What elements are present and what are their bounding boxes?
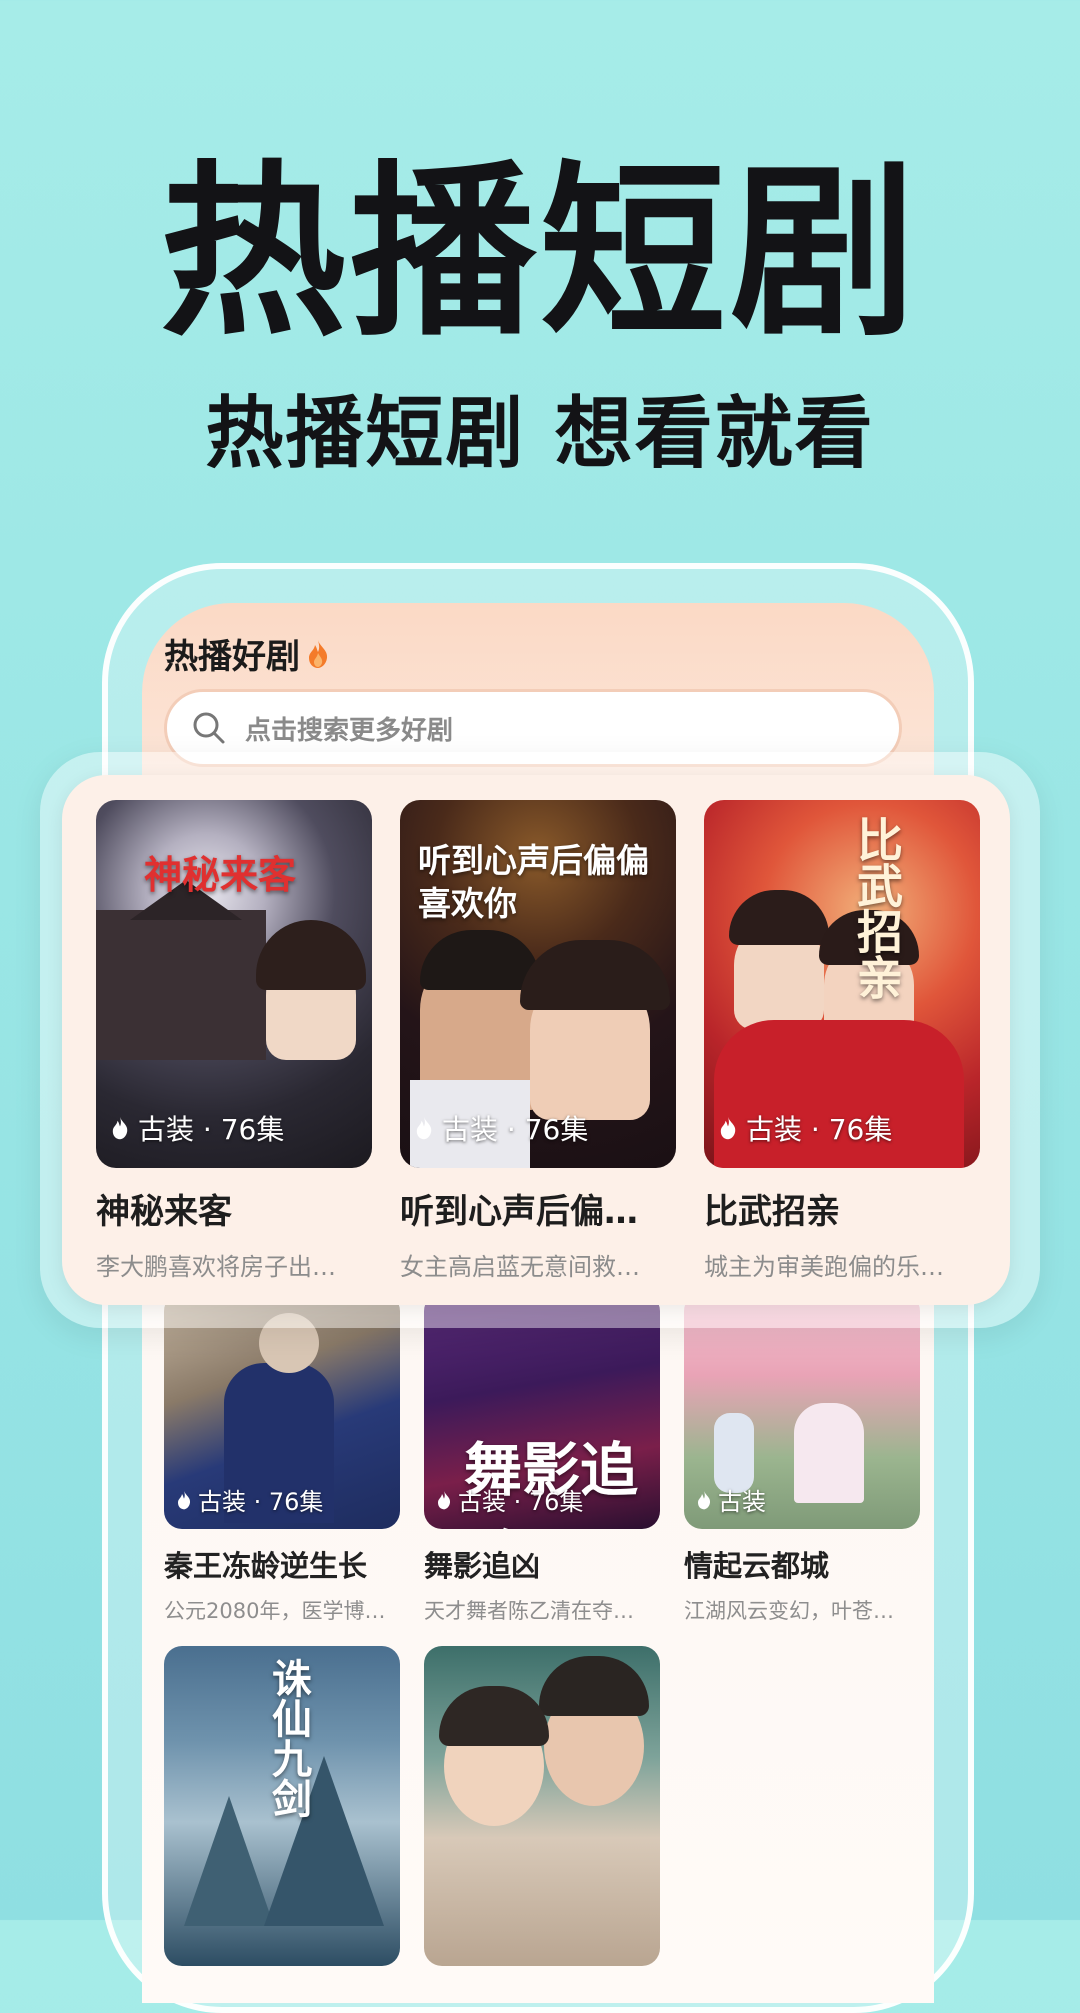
flame-icon <box>178 1490 191 1509</box>
section-title: 热播好剧 <box>164 637 300 677</box>
poster-tag: 古装 · 76集 <box>718 1108 892 1148</box>
poster-tag: 古装 · 76集 <box>414 1108 588 1148</box>
drama-card-3[interactable]: 古装 情起云都城 江湖风云变幻，叶苍… <box>684 1293 920 1625</box>
highlight-poster: 神秘来客 古装 · 76集 <box>96 800 372 1168</box>
poster-title: 神秘来客 <box>144 852 297 897</box>
drama-poster: 古装 <box>684 1293 920 1529</box>
poster-title: 听到心声后偏偏喜欢你 <box>418 841 649 923</box>
highlight-title: 神秘来客 <box>96 1192 232 1232</box>
drama-card-4[interactable]: 诛仙九剑 <box>164 1646 400 1966</box>
drama-poster: 诛仙九剑 <box>164 1646 400 1966</box>
drama-card-5[interactable] <box>424 1646 660 1966</box>
flame-icon <box>112 1116 128 1140</box>
card-desc: 天才舞者陈乙清在夺… <box>424 1599 634 1623</box>
highlight-desc: 女主高启蓝无意间救… <box>400 1253 640 1281</box>
flame-icon <box>698 1490 711 1509</box>
card-title: 秦王冻龄逆生长 <box>164 1549 368 1583</box>
highlight-desc: 城主为审美跑偏的乐… <box>704 1253 944 1281</box>
drama-card-1[interactable]: 古装 · 76集 秦王冻龄逆生长 公元2080年，医学博… <box>164 1293 400 1625</box>
poster-title: 比武招亲 <box>850 816 904 1000</box>
flame-icon <box>438 1490 451 1509</box>
highlight-card-3[interactable]: 比武招亲 古装 · 76集 比武招亲 城主为审美跑偏的乐… <box>704 800 980 1282</box>
highlight-desc: 李大鹏喜欢将房子出… <box>96 1253 336 1281</box>
search-icon <box>193 712 225 744</box>
highlight-poster: 听到心声后偏偏喜欢你 古装 · 76集 <box>400 800 676 1168</box>
highlight-panel: 神秘来客 古装 · 76集 神秘来客 李大鹏喜欢将房子出… 听到心声后偏偏喜欢你… <box>62 775 1010 1305</box>
poster-tag: 古装 · 76集 <box>436 1482 583 1517</box>
poster-tag: 古装 <box>696 1482 766 1517</box>
highlight-title: 比武招亲 <box>704 1192 840 1232</box>
search-placeholder: 点击搜索更多好剧 <box>245 715 454 746</box>
drama-card-2[interactable]: 舞影追凶 古装 · 76集 舞影追凶 天才舞者陈乙清在夺… <box>424 1293 660 1625</box>
poster-tag: 古装 · 76集 <box>110 1108 284 1148</box>
hero-title: 热播短剧 <box>159 144 920 361</box>
highlight-poster: 比武招亲 古装 · 76集 <box>704 800 980 1168</box>
drama-poster: 舞影追凶 古装 · 76集 <box>424 1293 660 1529</box>
highlight-card-2[interactable]: 听到心声后偏偏喜欢你 古装 · 76集 听到心声后偏… 女主高启蓝无意间救… <box>400 800 676 1282</box>
poster-tag: 古装 · 76集 <box>176 1482 323 1517</box>
drama-poster <box>424 1646 660 1966</box>
card-desc: 公元2080年，医学博… <box>164 1599 386 1623</box>
drama-poster: 古装 · 76集 <box>164 1293 400 1529</box>
flame-icon <box>720 1116 736 1140</box>
hero-subtitle: 热播短剧 想看就看 <box>205 389 875 479</box>
card-desc: 江湖风云变幻，叶苍… <box>684 1599 894 1623</box>
card-title: 舞影追凶 <box>424 1549 541 1583</box>
flame-icon <box>309 639 328 668</box>
poster-title: 诛仙九剑 <box>265 1658 312 1818</box>
card-title: 情起云都城 <box>684 1549 830 1583</box>
highlight-card-1[interactable]: 神秘来客 古装 · 76集 神秘来客 李大鹏喜欢将房子出… <box>96 800 372 1282</box>
section-header: 热播好剧 <box>164 629 330 678</box>
flame-icon <box>416 1116 432 1140</box>
highlight-title: 听到心声后偏… <box>400 1192 638 1232</box>
